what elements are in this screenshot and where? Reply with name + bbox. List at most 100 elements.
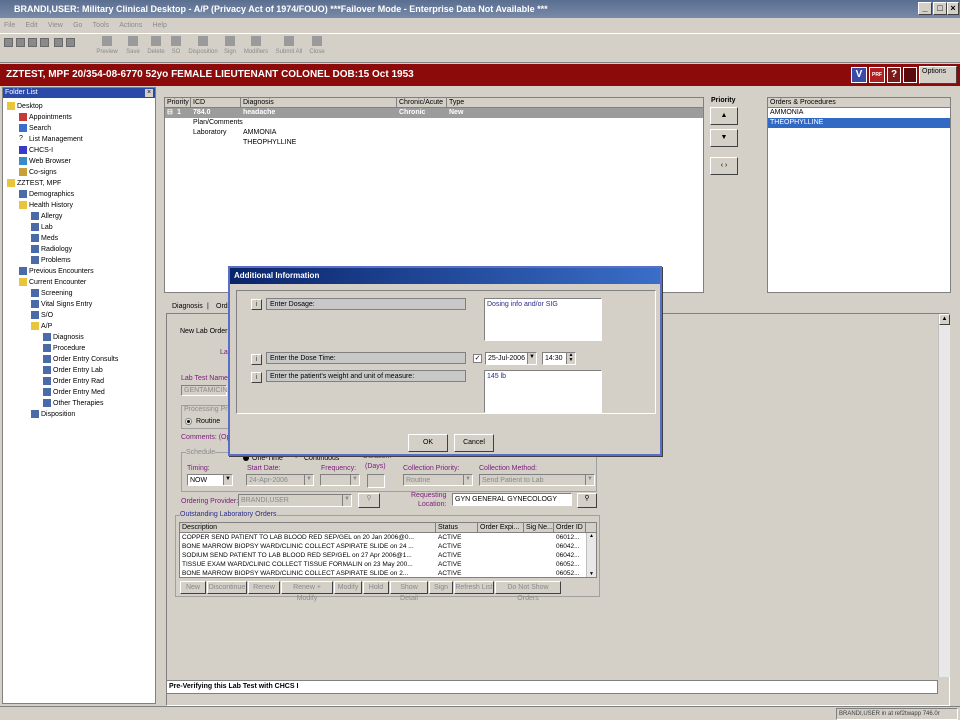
col-chronic-acute[interactable]: Chronic/Acute [397, 98, 447, 108]
col-icd[interactable]: ICD [191, 98, 241, 108]
do-not-show-orders-button[interactable]: Do Not Show Orders [495, 581, 561, 602]
toolbar-icon-c[interactable] [54, 38, 63, 47]
prf-icon[interactable]: PRF [869, 67, 885, 83]
folder-item-allergy[interactable]: Allergy [31, 211, 62, 222]
close-folder-list-icon[interactable]: × [145, 89, 153, 97]
renew-button[interactable]: Renew [248, 581, 280, 594]
folder-item-demographics[interactable]: Demographics [19, 189, 74, 200]
col-diagnosis[interactable]: Diagnosis [241, 98, 397, 108]
lab-test-name-field[interactable]: GENTAMICIN [181, 385, 227, 396]
hold-button[interactable]: Hold [363, 581, 389, 594]
folder-item-chcs-i[interactable]: CHCS-I [19, 145, 53, 156]
folder-item-problems[interactable]: Problems [31, 255, 71, 266]
folder-item-order-entry-consults[interactable]: Order Entry Consults [43, 354, 118, 365]
priority-swap-button[interactable]: ‹ › [710, 157, 738, 175]
ordering-provider-select[interactable]: BRANDI,USER ▼ [238, 494, 352, 507]
routine-radio-label[interactable]: Routine [196, 418, 220, 425]
show-detail-button[interactable]: Show Detail [390, 581, 428, 602]
folder-item-vital-signs-entry[interactable]: Vital Signs Entry [31, 299, 92, 310]
question-icon[interactable]: ? [887, 67, 901, 83]
folder-item-list-management[interactable]: ? List Management [19, 134, 83, 145]
expand-icon[interactable]: ⊟ [167, 108, 173, 118]
menu-help[interactable]: Help [152, 22, 166, 29]
renew-modify-button[interactable]: Renew + Modify [281, 581, 333, 602]
sign-button[interactable]: Sign [429, 581, 453, 594]
collection-priority-select[interactable]: Routine ▼ [403, 474, 473, 486]
one-time-label[interactable]: One-Time [252, 455, 283, 462]
frequency-select[interactable]: ▼ [320, 474, 360, 486]
modifiers-button[interactable]: Modifiers [241, 36, 271, 55]
options-button[interactable]: Options [919, 66, 957, 84]
vertical-scrollbar[interactable]: ▲ [938, 314, 950, 677]
dose-date-picker[interactable]: 25-Jul-2006 ▼ [485, 352, 537, 365]
col-order-expires[interactable]: Order Expi... [478, 523, 524, 533]
folder-item-meds[interactable]: Meds [31, 233, 58, 244]
duration-field[interactable] [367, 474, 385, 488]
toolbar-icon-b[interactable] [40, 38, 49, 47]
table-row[interactable]: BONE MARROW BIOPSY WARD/CLINIC COLLECT A… [180, 569, 586, 577]
refresh-list-button[interactable]: Refresh List [454, 581, 494, 594]
continuous-label[interactable]: Continuous [304, 455, 339, 462]
maximize-button[interactable]: □ [933, 2, 947, 15]
folder-item-web-browser[interactable]: Web Browser [19, 156, 71, 167]
scroll-up-icon[interactable]: ▲ [939, 314, 950, 325]
folder-item-order-entry-med[interactable]: Order Entry Med [43, 387, 105, 398]
order-item-theophylline[interactable]: THEOPHYLLINE [768, 118, 950, 128]
toolbar-icon-a[interactable] [28, 38, 37, 47]
cancel-button[interactable]: Cancel [454, 434, 494, 452]
table-row[interactable]: BONE MARROW BIOPSY WARD/CLINIC COLLECT A… [180, 542, 586, 551]
folder-item-co-signs[interactable]: Co-signs [19, 167, 57, 178]
folder-item-lab[interactable]: Lab [31, 222, 53, 233]
info-icon[interactable]: i [251, 372, 262, 383]
col-priority[interactable]: Priority [165, 98, 191, 108]
toolbar-icon-d[interactable] [66, 38, 75, 47]
col-type[interactable]: Type [447, 98, 703, 108]
menu-edit[interactable]: Edit [26, 22, 38, 29]
table-row[interactable]: SODIUM SEND PATIENT TO LAB BLOOD RED SEP… [180, 551, 586, 560]
info-icon[interactable]: i [251, 299, 262, 310]
close-button[interactable]: Close [307, 36, 327, 55]
close-window-button[interactable]: × [947, 2, 959, 15]
timing-select[interactable]: NOW ▼ [187, 474, 233, 486]
menu-go[interactable]: Go [73, 22, 82, 29]
folder-item-procedure[interactable]: Procedure [43, 343, 85, 354]
ok-button[interactable]: OK [408, 434, 448, 452]
table-row[interactable]: TISSUE EXAM WARD/CLINIC COLLECT TISSUE F… [180, 560, 586, 569]
folder-item-current-encounter[interactable]: Current Encounter [19, 277, 86, 288]
disposition-button[interactable]: Disposition [186, 36, 220, 55]
folder-item-desktop[interactable]: Desktop [7, 101, 43, 112]
menu-view[interactable]: View [48, 22, 63, 29]
col-sig-needed[interactable]: Sig Ne... [524, 523, 554, 533]
new-button[interactable]: New [180, 581, 206, 594]
delete-button[interactable]: Delete [145, 36, 167, 55]
order-item-ammonia[interactable]: AMMONIA [768, 108, 950, 118]
minimize-button[interactable]: _ [918, 2, 932, 15]
dose-time-spinner[interactable]: 14:30 ▲ ▼ [542, 352, 576, 365]
menu-actions[interactable]: Actions [119, 22, 142, 29]
sign-button[interactable]: Sign [221, 36, 239, 55]
priority-up-button[interactable]: ▲ [710, 107, 738, 125]
folder-item-radiology[interactable]: Radiology [31, 244, 72, 255]
start-date-select[interactable]: 24-Apr-2006 ▼ [246, 474, 314, 486]
info-icon[interactable]: i [251, 354, 262, 365]
scroll-up-icon[interactable]: ▲ [587, 533, 596, 539]
submit-all-button[interactable]: Submit All [273, 36, 305, 55]
folder-item-other-therapies[interactable]: Other Therapies [43, 398, 103, 409]
forward-icon[interactable] [16, 38, 25, 47]
scroll-down-icon[interactable]: ▼ [587, 571, 596, 577]
modify-button[interactable]: Modify [334, 581, 362, 594]
folder-item-search[interactable]: Search [19, 123, 51, 134]
folder-item-disposition[interactable]: Disposition [31, 409, 75, 420]
dosage-input[interactable]: Dosing info and/or SIG [484, 298, 602, 341]
folder-item-a-p[interactable]: A/P [31, 321, 52, 332]
menu-file[interactable]: File [4, 22, 15, 29]
provider-search-button[interactable]: ⚲ [358, 493, 380, 508]
v-icon[interactable]: V [851, 67, 867, 83]
col-order-id[interactable]: Order ID [554, 523, 586, 533]
folder-item-order-entry-lab[interactable]: Order Entry Lab [43, 365, 103, 376]
routine-radio[interactable] [185, 418, 192, 425]
folder-item-order-entry-rad[interactable]: Order Entry Rad [43, 376, 104, 387]
location-field[interactable]: GYN GENERAL GYNECOLOGY [452, 493, 572, 506]
save-button[interactable]: Save [122, 36, 144, 55]
back-icon[interactable] [4, 38, 13, 47]
